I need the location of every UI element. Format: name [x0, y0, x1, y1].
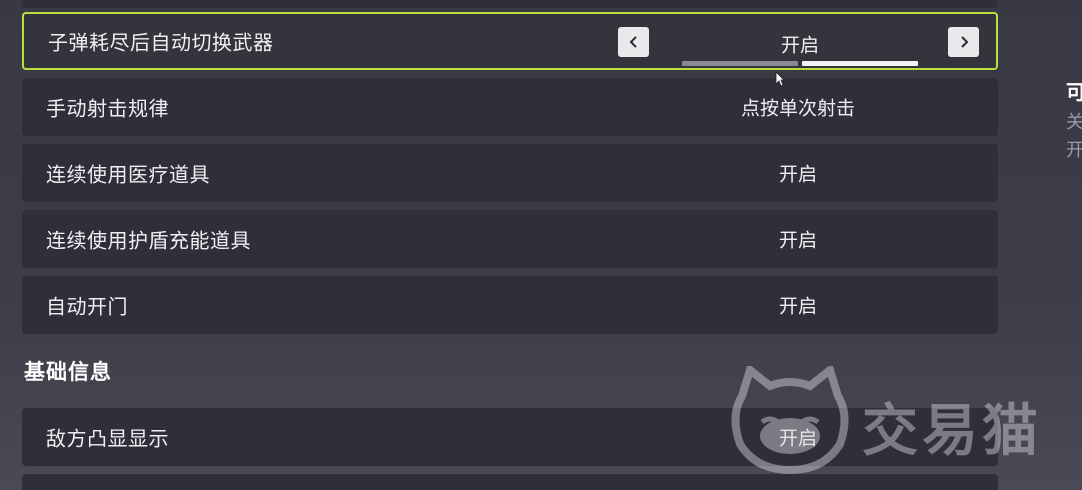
setting-row-manual-fire-mode[interactable]: 手动射击规律 点按单次射击	[22, 78, 998, 136]
next-option-button[interactable]	[948, 27, 979, 57]
setting-label: 子弹耗尽后自动切换武器	[48, 30, 274, 55]
section-title-basic-info: 基础信息	[24, 360, 112, 384]
description-title: 可	[1066, 80, 1082, 104]
setting-label: 连续使用医疗道具	[46, 162, 210, 187]
setting-value: 开启	[778, 229, 817, 252]
description-option-1: 关	[1066, 112, 1082, 133]
chevron-right-icon	[960, 36, 968, 48]
setting-row-auto-open-door[interactable]: 自动开门 开启	[22, 276, 998, 334]
setting-value: 开启	[778, 163, 817, 186]
setting-row-auto-switch-weapon[interactable]: 子弹耗尽后自动切换武器 开启	[22, 12, 998, 70]
setting-value: 开启	[780, 34, 819, 57]
setting-row-continuous-shield[interactable]: 连续使用护盾充能道具 开启	[22, 210, 998, 268]
option-indicator-2-active	[802, 61, 918, 66]
setting-row-enemy-highlight[interactable]: 敌方凸显显示 开启	[22, 408, 998, 466]
setting-label: 敌方凸显显示	[46, 426, 169, 451]
setting-row-continuous-medical[interactable]: 连续使用医疗道具 开启	[22, 144, 998, 202]
setting-label: 自动开门	[46, 294, 128, 319]
settings-row-partial-top[interactable]	[22, 0, 998, 8]
setting-value: 开启	[778, 427, 817, 450]
setting-label: 手动射击规律	[46, 96, 169, 121]
setting-value: 开启	[778, 295, 817, 318]
setting-value: 点按单次射击	[740, 97, 855, 120]
settings-screen: 子弹耗尽后自动切换武器 开启 手动射击规律 点按单次射击 连续使用医疗道具 开启…	[0, 0, 1082, 490]
mouse-cursor-icon	[775, 71, 785, 87]
option-indicator-1	[682, 61, 798, 66]
setting-row-partial-bottom[interactable]	[22, 474, 998, 490]
setting-label: 连续使用护盾充能道具	[46, 228, 251, 253]
description-option-2: 开	[1066, 140, 1082, 161]
previous-option-button[interactable]	[618, 27, 649, 57]
chevron-left-icon	[629, 36, 637, 48]
